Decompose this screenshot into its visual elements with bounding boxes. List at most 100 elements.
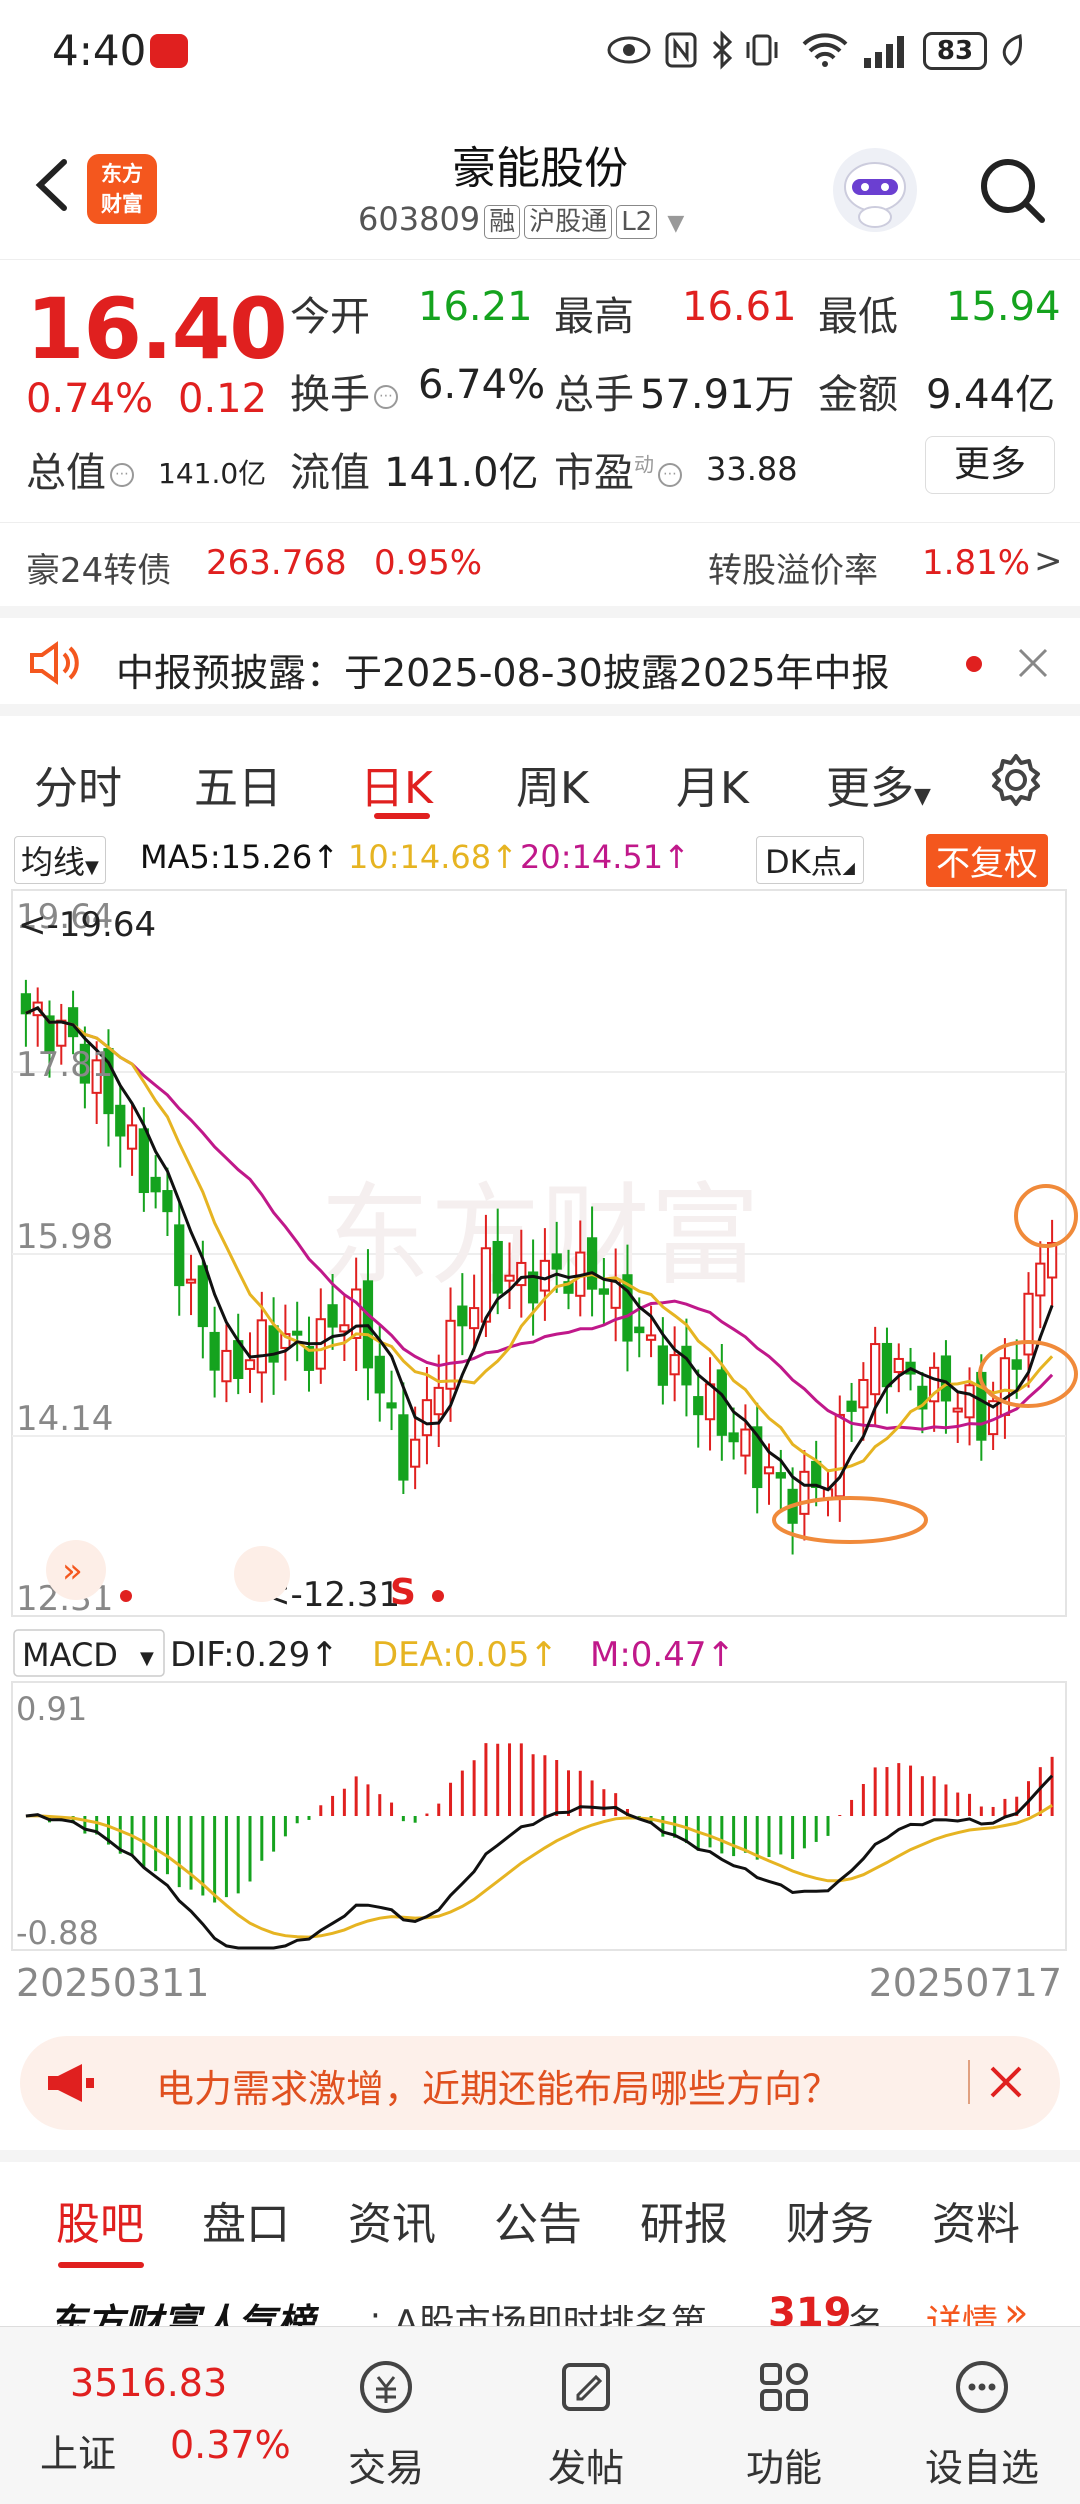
candle-body (150, 1176, 161, 1193)
tab-research[interactable]: 研报 (640, 2188, 728, 2252)
robot-assistant-icon[interactable] (830, 145, 920, 235)
info-icon[interactable]: ⋯ (374, 385, 398, 409)
macd-selector-label: MACD (22, 1636, 118, 1674)
ma-selector[interactable]: 均线▼ (14, 836, 106, 884)
change-value: 0.12 (178, 376, 268, 422)
close-icon[interactable] (988, 2064, 1024, 2100)
candle-body (1011, 1359, 1022, 1370)
candle-body (115, 1104, 126, 1137)
candle-body (763, 1466, 775, 1475)
tab-news[interactable]: 资讯 (348, 2188, 436, 2252)
adjust-toggle[interactable]: 不复权 (926, 834, 1048, 887)
gear-icon[interactable] (986, 750, 1046, 810)
candle-body (1046, 1241, 1058, 1279)
ranking-brand: 东方财富人气榜 (48, 2301, 315, 2328)
bond-price: 263.768 (206, 543, 347, 583)
promo-banner[interactable]: 电力需求激增，近期还能布局哪些方向？ (20, 2036, 1060, 2130)
macd-m-text: M:0.47 (590, 1635, 707, 1675)
index-ticker[interactable]: 3516.83 上证 0.37% (0, 2327, 300, 2504)
search-icon[interactable] (972, 150, 1052, 230)
turnover-value: 6.74% (418, 362, 546, 408)
total-mv-value: 141.0亿 (158, 457, 267, 490)
premium-label: 转股溢价率 (708, 551, 878, 591)
candle-body (728, 1432, 739, 1443)
ma20-value: 20:14.51↑ (520, 838, 690, 876)
current-price: 16.40 (26, 280, 288, 378)
tab-financials[interactable]: 财务 (786, 2188, 874, 2252)
tab-intraday[interactable]: 分时 (34, 752, 122, 816)
nav-post[interactable]: 发帖 (506, 2327, 666, 2504)
nav-functions[interactable]: 功能 (704, 2327, 864, 2504)
candle-body (586, 1237, 598, 1290)
tab-weekly-k[interactable]: 周K (516, 752, 589, 816)
bottom-nav: 3516.83 上证 0.37% 交易 发帖 功能 设自选 (0, 2326, 1080, 2504)
tab-forum[interactable]: 股吧 (56, 2188, 144, 2252)
tab-daily-k[interactable]: 日K (360, 752, 433, 816)
candle-body (598, 1288, 610, 1295)
info-icon[interactable]: ⋯ (658, 463, 682, 487)
notice-bar[interactable]: 中报预披露：于2025-08-30披露2025年中报 (0, 606, 1080, 716)
convertible-bond-row[interactable]: 豪24转债 263.768 0.95% 转股溢价率 1.81% > (0, 522, 1080, 606)
more-dots-icon (956, 2361, 1008, 2413)
bluetooth-icon (712, 30, 733, 70)
app-notification-icon (150, 34, 188, 68)
ranking-detail-link[interactable]: 详情 (926, 2294, 998, 2328)
tab-monthly-k[interactable]: 月K (676, 752, 749, 816)
tab-orderbook[interactable]: 盘口 (202, 2188, 290, 2252)
candle-body (339, 1324, 350, 1333)
info-icon[interactable]: ⋯ (110, 463, 134, 487)
sell-signal-marker: S (390, 1572, 416, 1613)
amount-label: 金额 (818, 372, 898, 418)
pe-value: 33.88 (706, 450, 798, 488)
candle-body (539, 1259, 551, 1292)
nav-add-watchlist[interactable]: 设自选 (902, 2327, 1062, 2504)
divider (968, 2060, 970, 2104)
macd-m: M:0.47↑ (590, 1635, 735, 1675)
tab-more[interactable]: 更多▼ (826, 752, 931, 816)
max-marker: <-19.64 (18, 905, 156, 945)
ranking-dot: · (370, 2296, 381, 2328)
kline-chart[interactable]: 东方财富 19.64 17.81 15.98 14.14 12.31 <-19.… (0, 884, 1080, 2014)
more-quote-button[interactable]: 更多 (925, 436, 1055, 494)
tab-profile[interactable]: 资料 (932, 2188, 1020, 2252)
pe-dynamic-mark: 动 (634, 452, 654, 477)
macd-y-bottom: -0.88 (16, 1914, 99, 1952)
candle-body (174, 1224, 185, 1287)
volume-value: 57.91万 (640, 372, 795, 418)
tag-connect: 沪股通 (524, 205, 613, 239)
close-icon[interactable] (1016, 646, 1050, 680)
turnover-label: 换手 ⋯ (290, 362, 402, 420)
popularity-ranking[interactable]: 东方财富人气榜 · A股市场即时排名第 319 名 详情 » (0, 2268, 1080, 2328)
nav-trade[interactable]: 交易 (306, 2327, 466, 2504)
caret-down-icon: ▼ (140, 1648, 154, 1669)
tab-announcements[interactable]: 公告 (494, 2188, 582, 2252)
period-tabs: 分时 五日 日K 周K 月K 更多▼ (0, 730, 1080, 830)
tab-5day[interactable]: 五日 (194, 752, 282, 816)
high-value: 16.61 (682, 284, 797, 330)
stock-code: 603809 (358, 200, 481, 238)
candle-body (952, 1407, 963, 1413)
highlight-bubble (234, 1546, 290, 1602)
candle-body (657, 1345, 668, 1386)
total-mv-label-text: 总值 (26, 450, 106, 496)
ma-row: 均线▼ MA5:15.26↑ 10:14.68↑ 20:14.51↑ DK点◢ … (0, 830, 1080, 887)
candle-body (693, 1396, 704, 1416)
stock-code-line[interactable]: 603809 融沪股通 L2 ▼ (358, 200, 684, 239)
candle-body (67, 1007, 79, 1038)
float-mv-value: 141.0亿 (384, 450, 539, 496)
macd-dif: DIF:0.29↑ (170, 1635, 339, 1675)
ranking-number: 319 (768, 2290, 852, 2328)
signal-dot (120, 1590, 132, 1602)
candle-body (811, 1460, 822, 1489)
candle-body (1035, 1262, 1046, 1297)
x-end-date: 20250717 (869, 1961, 1062, 2005)
signal-dot (432, 1590, 444, 1602)
pe-label-text: 市盈 (554, 450, 634, 496)
stock-header: 东方 财富 豪能股份 603809 融沪股通 L2 ▼ (0, 110, 1080, 260)
change-percent: 0.74% (26, 376, 154, 422)
candle-body (351, 1288, 362, 1339)
pe-label: 市盈动 ⋯ (554, 440, 686, 498)
dk-point-selector[interactable]: DK点◢ (756, 836, 864, 884)
candle-body (433, 1386, 444, 1416)
candle-body (999, 1357, 1011, 1416)
